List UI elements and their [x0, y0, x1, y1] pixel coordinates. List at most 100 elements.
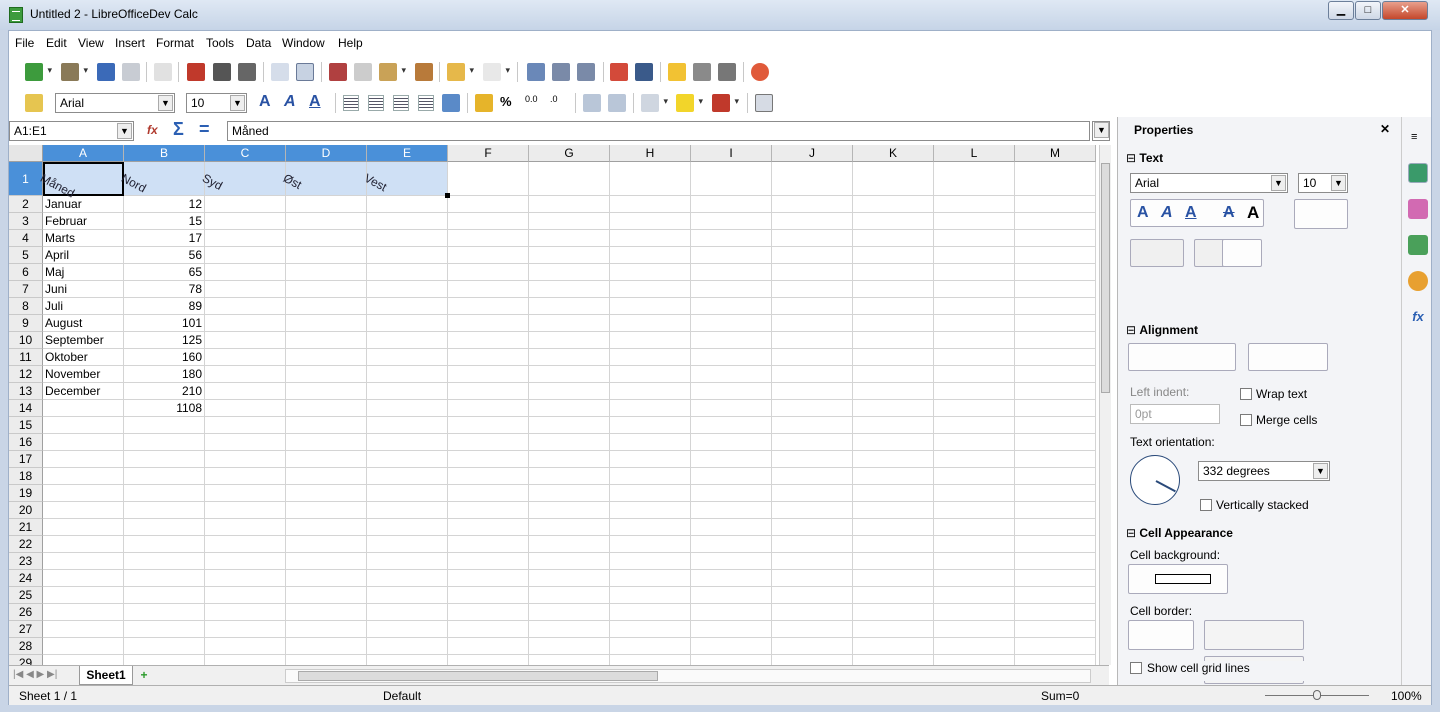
redo-icon[interactable]	[483, 63, 510, 81]
cell[interactable]	[772, 570, 853, 587]
cell[interactable]	[367, 655, 448, 665]
cell[interactable]	[286, 434, 367, 451]
cell[interactable]	[529, 383, 610, 400]
cell[interactable]	[367, 485, 448, 502]
cell[interactable]	[367, 366, 448, 383]
cell[interactable]	[853, 468, 934, 485]
row-header[interactable]: 29	[9, 655, 43, 665]
cell[interactable]	[205, 553, 286, 570]
cell[interactable]	[43, 417, 124, 434]
cell[interactable]: 17	[124, 230, 205, 247]
column-header-e[interactable]: E	[367, 145, 448, 162]
cell[interactable]	[448, 264, 529, 281]
cell[interactable]	[934, 230, 1015, 247]
row-header[interactable]: 3	[9, 213, 43, 230]
cell[interactable]	[691, 536, 772, 553]
background-color-icon[interactable]	[676, 94, 703, 112]
row-header[interactable]: 24	[9, 570, 43, 587]
cell[interactable]	[853, 417, 934, 434]
cell[interactable]	[691, 213, 772, 230]
cell[interactable]	[367, 604, 448, 621]
cell[interactable]	[448, 553, 529, 570]
left-indent-input[interactable]: 0pt	[1130, 404, 1220, 424]
cell[interactable]	[772, 383, 853, 400]
row-header[interactable]: 12	[9, 366, 43, 383]
copy-icon[interactable]	[354, 63, 372, 81]
cell[interactable]	[448, 162, 529, 196]
merge-cells-checkbox[interactable]	[1240, 414, 1252, 426]
cell[interactable]	[772, 196, 853, 213]
menu-window[interactable]: Window	[282, 36, 325, 50]
cell[interactable]	[934, 638, 1015, 655]
cell[interactable]	[772, 417, 853, 434]
properties-deck-icon[interactable]	[1408, 163, 1428, 183]
cell[interactable]	[205, 383, 286, 400]
cell[interactable]	[205, 621, 286, 638]
cell[interactable]	[367, 502, 448, 519]
cell[interactable]	[448, 281, 529, 298]
cell[interactable]	[853, 434, 934, 451]
cell[interactable]	[205, 587, 286, 604]
cell[interactable]	[286, 604, 367, 621]
cell[interactable]	[610, 417, 691, 434]
cell[interactable]	[1015, 230, 1096, 247]
cell[interactable]	[934, 247, 1015, 264]
decrease-indent-icon[interactable]	[583, 94, 601, 112]
chevron-down-icon[interactable]: ▼	[1331, 175, 1346, 191]
cell[interactable]	[205, 298, 286, 315]
cell[interactable]	[610, 213, 691, 230]
cell[interactable]: Syd	[200, 162, 286, 196]
cell[interactable]	[1015, 638, 1096, 655]
cell[interactable]	[286, 519, 367, 536]
insert-chart-icon[interactable]	[610, 63, 628, 81]
cell[interactable]	[43, 587, 124, 604]
cell[interactable]	[934, 536, 1015, 553]
cell[interactable]	[43, 400, 124, 417]
cell[interactable]	[286, 247, 367, 264]
cell[interactable]	[448, 451, 529, 468]
gallery-icon[interactable]	[693, 63, 711, 81]
cell[interactable]	[772, 400, 853, 417]
cell[interactable]: Juli	[43, 298, 124, 315]
align-left-icon[interactable]	[343, 95, 359, 111]
cell[interactable]: 1108	[124, 400, 205, 417]
cell[interactable]	[448, 213, 529, 230]
row-header[interactable]: 5	[9, 247, 43, 264]
cell[interactable]	[367, 281, 448, 298]
navigator-deck-icon[interactable]	[1408, 271, 1428, 291]
cell[interactable]	[205, 281, 286, 298]
cell[interactable]	[43, 621, 124, 638]
cell[interactable]	[772, 553, 853, 570]
cell[interactable]	[286, 417, 367, 434]
cell[interactable]	[205, 315, 286, 332]
cell[interactable]	[529, 604, 610, 621]
cell[interactable]	[124, 451, 205, 468]
cell[interactable]	[286, 349, 367, 366]
cell[interactable]	[529, 434, 610, 451]
cell[interactable]	[691, 451, 772, 468]
column-header-k[interactable]: K	[853, 145, 934, 162]
cell[interactable]: Vest	[362, 162, 448, 196]
cell[interactable]	[448, 434, 529, 451]
cell[interactable]	[1015, 400, 1096, 417]
cell[interactable]	[529, 162, 610, 196]
cell[interactable]	[934, 417, 1015, 434]
cell[interactable]	[772, 230, 853, 247]
cell[interactable]	[448, 417, 529, 434]
cell[interactable]	[124, 587, 205, 604]
cell[interactable]	[1015, 655, 1096, 665]
cell[interactable]	[448, 400, 529, 417]
row-header[interactable]: 19	[9, 485, 43, 502]
cell[interactable]	[934, 162, 1015, 196]
cell[interactable]	[367, 298, 448, 315]
highlight-color-icon[interactable]	[1222, 239, 1262, 267]
cell[interactable]	[124, 434, 205, 451]
cell[interactable]: Juni	[43, 281, 124, 298]
cell[interactable]	[772, 638, 853, 655]
cell[interactable]: Marts	[43, 230, 124, 247]
cell[interactable]	[43, 536, 124, 553]
cell[interactable]	[124, 655, 205, 665]
cell[interactable]	[934, 621, 1015, 638]
cell[interactable]	[205, 451, 286, 468]
function-wizard-icon[interactable]: fx	[147, 123, 158, 137]
